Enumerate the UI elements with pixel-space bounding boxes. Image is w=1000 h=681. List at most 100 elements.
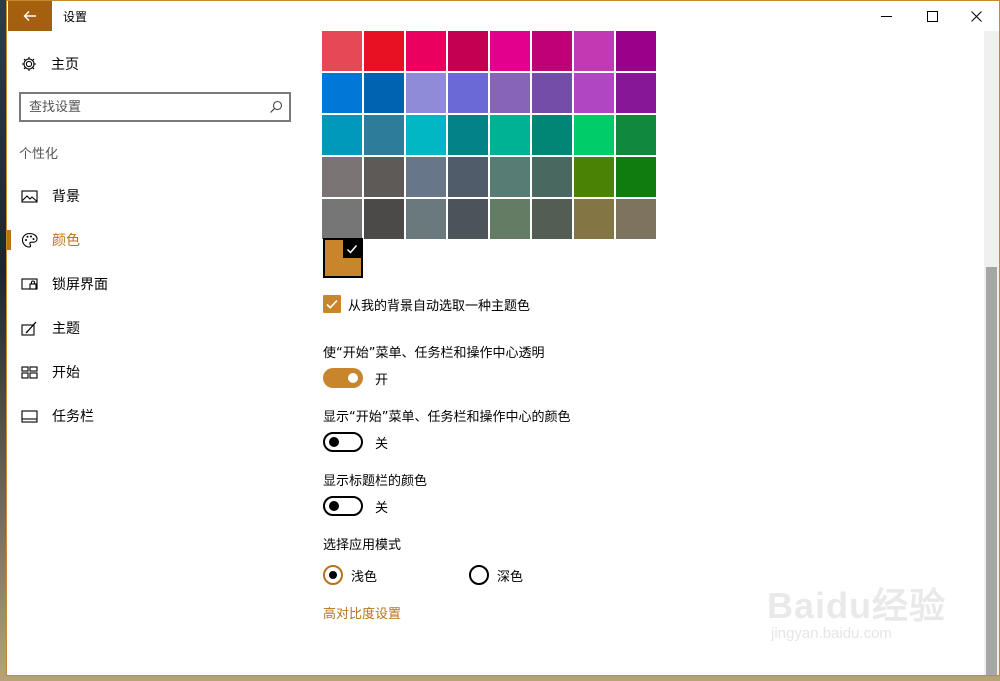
transparency-label: 使“开始”菜单、任务栏和操作中心透明 [323,346,545,361]
auto-pick-accent-label: 从我的背景自动选取一种主题色 [348,298,531,314]
start-tiles-icon [21,366,38,379]
minimize-button[interactable] [863,1,909,31]
show-titlebar-color-state: 关 [375,500,389,516]
accent-color-swatch[interactable] [532,73,572,113]
checkmark-icon [346,245,358,254]
show-titlebar-color-toggle[interactable] [323,496,363,516]
home-label: 主页 [51,57,79,73]
dark-mode-radio[interactable] [469,565,489,585]
accent-color-swatch[interactable] [364,199,404,239]
show-color-start-label: 显示“开始”菜单、任务栏和操作中心的颜色 [323,410,571,425]
accent-color-swatch[interactable] [616,199,656,239]
accent-color-swatch[interactable] [406,73,446,113]
accent-color-swatch[interactable] [616,157,656,197]
sidebar-item-colors[interactable]: 颜色 [7,218,307,262]
accent-color-swatch[interactable] [322,157,362,197]
sidebar: 主页 个性化 背景 颜色 [7,31,307,675]
settings-window: 设置 主页 个性化 [6,0,1000,676]
selected-check [343,240,361,258]
show-color-start-toggle[interactable] [323,432,363,452]
accent-color-swatch[interactable] [448,199,488,239]
accent-color-swatch[interactable] [490,199,530,239]
accent-color-swatch[interactable] [448,115,488,155]
accent-color-swatch[interactable] [616,115,656,155]
title-bar: 设置 [7,1,999,31]
search-box[interactable] [19,92,291,122]
accent-color-swatch[interactable] [490,73,530,113]
taskbar-icon [21,410,38,423]
accent-color-swatch[interactable] [322,115,362,155]
sidebar-item-lock-screen[interactable]: 锁屏界面 [7,262,307,306]
accent-color-swatch[interactable] [574,157,614,197]
accent-color-swatch[interactable] [364,115,404,155]
accent-color-swatch[interactable] [574,115,614,155]
sidebar-item-label: 主题 [52,321,80,337]
accent-color-swatch[interactable] [532,199,572,239]
sidebar-item-label: 任务栏 [52,409,94,425]
high-contrast-settings-link[interactable]: 高对比度设置 [323,603,401,622]
show-color-start-state: 关 [375,436,389,452]
sidebar-item-themes[interactable]: 主题 [7,306,307,350]
selected-accent-swatch[interactable] [323,238,363,278]
accent-color-swatch[interactable] [574,73,614,113]
light-mode-option[interactable]: 浅色 [323,565,377,585]
toggle-knob [329,501,339,511]
sidebar-item-label: 背景 [52,189,80,205]
accent-color-swatch[interactable] [322,73,362,113]
accent-color-swatch[interactable] [406,199,446,239]
accent-color-swatch[interactable] [406,115,446,155]
accent-color-swatch[interactable] [532,31,572,71]
sidebar-item-label: 锁屏界面 [52,277,108,293]
transparency-toggle[interactable] [323,368,363,388]
transparency-state: 开 [375,372,389,388]
light-mode-label: 浅色 [351,569,378,585]
light-mode-radio[interactable] [323,565,343,585]
accent-color-swatch[interactable] [322,31,362,71]
accent-color-swatch[interactable] [574,199,614,239]
sidebar-item-label: 颜色 [52,233,80,249]
accent-color-swatch[interactable] [532,157,572,197]
back-arrow-icon [23,11,36,21]
accent-color-swatch[interactable] [322,199,362,239]
window-title: 设置 [63,10,88,24]
section-heading: 个性化 [19,147,59,162]
accent-color-swatch[interactable] [448,157,488,197]
sidebar-item-background[interactable]: 背景 [7,174,307,218]
minimize-icon [880,15,892,17]
accent-color-swatch[interactable] [406,31,446,71]
show-titlebar-color-label: 显示标题栏的颜色 [323,474,428,489]
dark-mode-option[interactable]: 深色 [469,565,523,585]
close-button[interactable] [953,1,999,31]
auto-pick-accent-checkbox[interactable] [323,295,341,313]
accent-color-swatch[interactable] [490,31,530,71]
vertical-scrollbar[interactable] [984,31,999,675]
home-link[interactable]: 主页 [21,53,79,75]
sidebar-item-taskbar[interactable]: 任务栏 [7,394,307,438]
maximize-button[interactable] [909,1,955,31]
search-input[interactable] [21,99,261,115]
accent-color-swatch[interactable] [490,157,530,197]
accent-color-swatch[interactable] [616,31,656,71]
accent-color-swatch[interactable] [364,31,404,71]
sidebar-item-start[interactable]: 开始 [7,350,307,394]
theme-brush-icon [21,321,37,336]
maximize-icon [926,10,938,22]
accent-color-swatch[interactable] [616,73,656,113]
accent-color-swatch[interactable] [532,115,572,155]
sidebar-item-label: 开始 [52,365,80,381]
transparency-setting: 开 [323,368,388,388]
toggle-knob [348,373,358,383]
accent-color-swatch[interactable] [364,157,404,197]
accent-color-swatch[interactable] [406,157,446,197]
gear-icon [22,57,36,71]
accent-color-swatch[interactable] [364,73,404,113]
accent-color-swatch[interactable] [574,31,614,71]
accent-color-swatch[interactable] [490,115,530,155]
accent-color-swatch[interactable] [448,31,488,71]
lock-screen-icon [21,278,38,290]
scrollbar-thumb[interactable] [986,267,997,675]
baidu-watermark: Baidu经验 jingyan.baidu.com [767,573,967,663]
palette-icon [21,232,38,248]
accent-color-swatch[interactable] [448,73,488,113]
back-button[interactable] [8,1,52,31]
